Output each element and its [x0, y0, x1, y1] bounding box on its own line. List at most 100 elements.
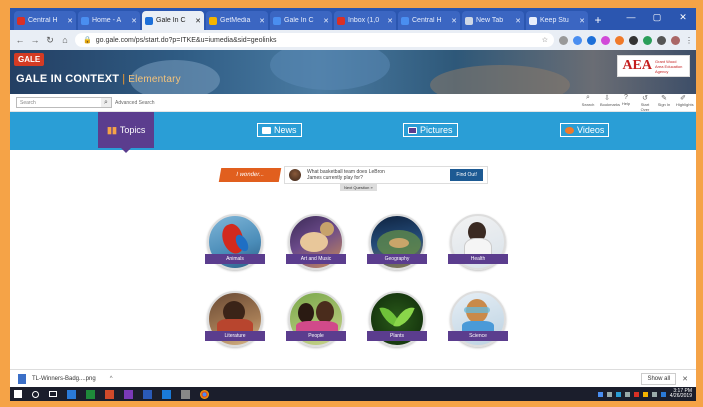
tool-bookmarks[interactable]: ⇩ Bookmarks: [600, 94, 620, 112]
browser-tab[interactable]: Inbox (1,0 ✕: [334, 11, 396, 30]
extension-icon[interactable]: [573, 35, 582, 45]
aea-logo[interactable]: AEA Grant Wood Area Education Agency: [617, 55, 690, 77]
extension-icon[interactable]: [657, 35, 666, 45]
outlook-icon[interactable]: [162, 389, 171, 399]
topic-animals[interactable]: Animals: [205, 214, 265, 276]
chrome-icon[interactable]: [200, 389, 209, 399]
find-out-button[interactable]: Find Out!: [450, 169, 483, 181]
tray-icon[interactable]: [633, 391, 639, 397]
header-banner: GALE GALE IN CONTEXT | Elementary AEA Gran…: [10, 50, 696, 94]
windows-start-icon[interactable]: [14, 390, 22, 398]
excel-icon[interactable]: [86, 389, 95, 399]
topic-people[interactable]: People: [286, 291, 346, 353]
tray-icon[interactable]: [597, 391, 603, 397]
tray-icon[interactable]: [660, 391, 666, 397]
browser-tab[interactable]: Central H ✕: [14, 11, 76, 30]
extension-icon[interactable]: [601, 35, 610, 45]
tab-videos[interactable]: Videos: [560, 123, 610, 137]
gale-logo[interactable]: GALE: [14, 53, 45, 66]
browser-tab-strip: Central H ✕ Home - A ✕ Gale In C ✕ GetMedia…: [10, 8, 696, 30]
browser-tab[interactable]: GetMedia ✕: [206, 11, 268, 30]
extension-icon[interactable]: [559, 35, 568, 45]
calculator-icon[interactable]: [181, 389, 190, 399]
topic-art-and-music[interactable]: Art and Music: [286, 214, 346, 276]
back-arrow-icon[interactable]: ←: [15, 35, 25, 45]
topic-health[interactable]: Health: [448, 214, 508, 276]
browser-tab[interactable]: Gale In C ✕: [270, 11, 332, 30]
extension-icon[interactable]: [615, 35, 624, 45]
topic-label: Geography: [367, 254, 427, 264]
extension-icon[interactable]: [587, 35, 596, 45]
tray-icon[interactable]: [615, 391, 621, 397]
url-text: go.gale.com/ps/start.do?p=ITKE&u=iumedia…: [95, 36, 277, 44]
close-tab-icon[interactable]: ✕: [67, 17, 73, 25]
maximize-button[interactable]: ▢: [644, 8, 670, 26]
gmail-icon: [337, 16, 345, 25]
tool-highlights[interactable]: ✐ Highlights: [676, 94, 694, 112]
advanced-search-link[interactable]: Advanced Search: [115, 100, 154, 106]
topic-geography[interactable]: Geography: [367, 214, 427, 276]
chevron-up-icon[interactable]: ^: [110, 376, 113, 382]
topic-label: Art and Music: [286, 254, 346, 264]
app-icon[interactable]: [67, 389, 76, 399]
minimize-button[interactable]: —: [618, 8, 644, 26]
onenote-icon[interactable]: [124, 389, 133, 399]
tool-label: Highlights: [676, 101, 694, 107]
show-all-button[interactable]: Show all: [641, 372, 677, 385]
more-menu-icon[interactable]: ⋮: [685, 36, 693, 45]
browser-tab[interactable]: New Tab ✕: [462, 11, 524, 30]
browser-tab[interactable]: Home - A ✕: [78, 11, 140, 30]
tool-label: Bookmarks: [600, 101, 621, 107]
url-field[interactable]: 🔒 go.gale.com/ps/start.do?p=ITKE&u=iumed…: [75, 33, 554, 47]
clock[interactable]: 3:17 PM 4/26/2019: [670, 389, 692, 399]
volume-icon[interactable]: [651, 391, 657, 397]
topic-label: Animals: [205, 254, 265, 264]
close-tab-icon[interactable]: ✕: [131, 17, 137, 25]
close-downloads-icon[interactable]: ✕: [682, 375, 688, 383]
forward-arrow-icon[interactable]: →: [30, 35, 40, 45]
tab-label: GetMedia: [220, 17, 251, 24]
home-icon[interactable]: ⌂: [60, 35, 70, 45]
close-tab-icon[interactable]: ✕: [323, 17, 329, 25]
tool-help[interactable]: ? Help: [619, 94, 633, 112]
tab-label: Home - A: [92, 17, 122, 24]
word-icon[interactable]: [143, 389, 152, 399]
reload-icon[interactable]: ↻: [45, 35, 55, 46]
tool-sign-in[interactable]: ✎ Sign In: [657, 94, 671, 112]
tab-pictures[interactable]: Pictures: [403, 123, 458, 137]
search-icon[interactable]: [32, 390, 39, 398]
topic-literature[interactable]: Literature: [205, 291, 265, 353]
close-tab-icon[interactable]: ✕: [515, 17, 521, 25]
bookmark-star-icon[interactable]: ☆: [542, 36, 548, 44]
close-tab-icon[interactable]: ✕: [579, 17, 585, 25]
close-tab-icon[interactable]: ✕: [259, 17, 265, 25]
search-input[interactable]: Search ⌕: [16, 97, 112, 108]
topic-science[interactable]: Science: [448, 291, 508, 353]
close-tab-icon[interactable]: ✕: [387, 17, 393, 25]
browser-tab[interactable]: Keep Stu ✕: [526, 11, 588, 30]
search-icon[interactable]: ⌕: [101, 98, 111, 107]
network-icon[interactable]: [624, 391, 630, 397]
close-tab-icon[interactable]: ✕: [451, 17, 457, 25]
close-window-button[interactable]: ✕: [670, 8, 696, 26]
tab-label: New Tab: [476, 17, 504, 24]
next-question-button[interactable]: Next Question »: [340, 184, 377, 191]
tab-topics[interactable]: ▮▮ Topics: [98, 112, 155, 153]
tab-news[interactable]: News: [257, 123, 302, 137]
browser-tab-active[interactable]: Gale In C ✕: [142, 11, 204, 30]
topic-plants[interactable]: Plants: [367, 291, 427, 353]
tray-icon[interactable]: [642, 391, 648, 397]
tool-start-over[interactable]: ↺ Start Over: [638, 94, 652, 112]
browser-tab[interactable]: Central H ✕: [398, 11, 460, 30]
profile-avatar[interactable]: [671, 35, 680, 45]
extension-icon[interactable]: [629, 35, 638, 45]
tool-search[interactable]: ⌕ Search: [581, 94, 595, 112]
close-tab-icon[interactable]: ✕: [195, 17, 201, 25]
powerpoint-icon[interactable]: [105, 389, 114, 399]
extension-icon[interactable]: [643, 35, 652, 45]
tray-icon[interactable]: [606, 391, 612, 397]
new-tab-button[interactable]: +: [590, 11, 606, 30]
download-item[interactable]: TL-Winners-Badg....png: [32, 376, 96, 382]
task-view-icon[interactable]: [49, 391, 57, 397]
tab-label: Gale In C: [284, 17, 314, 24]
